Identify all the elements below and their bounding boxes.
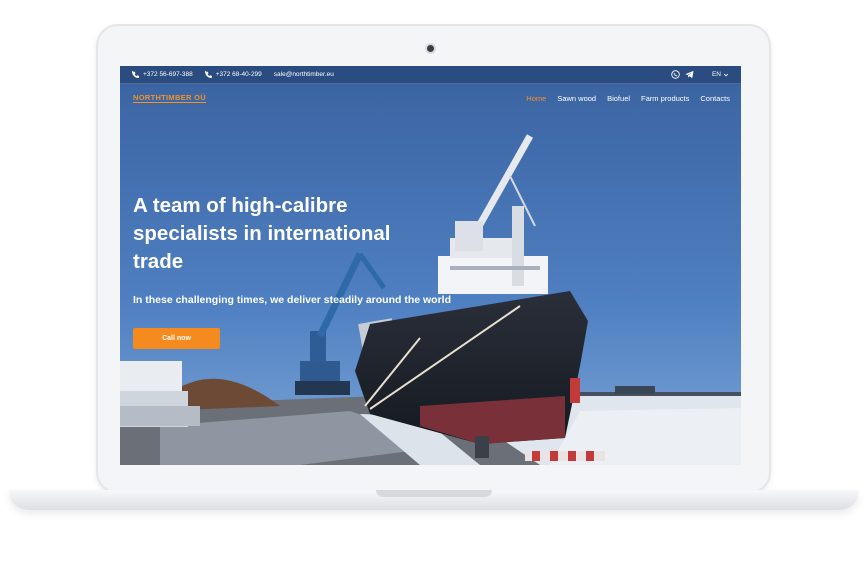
nav-item-home[interactable]: Home [526, 94, 546, 103]
phone-contact-2[interactable]: +372 68-40-299 [204, 71, 262, 78]
email-link[interactable]: sale@northtimber.eu [274, 71, 334, 78]
language-label: EN [711, 71, 721, 78]
phone-icon [204, 71, 212, 78]
phone-icon [132, 71, 139, 78]
nav-item-sawn-wood[interactable]: Sawn wood [557, 94, 596, 103]
whatsapp-icon[interactable] [671, 70, 680, 79]
website-screen: +372 56-697-388 +372 68-40-299 sale@nort… [120, 66, 741, 465]
phone-number-1: +372 56-697-388 [143, 71, 193, 78]
nav-item-biofuel[interactable]: Biofuel [607, 94, 630, 103]
phone-number-2: +372 68-40-299 [215, 71, 262, 78]
telegram-icon[interactable] [685, 70, 694, 79]
phone-contact-1[interactable]: +372 56-697-388 [132, 71, 193, 78]
call-now-button[interactable]: Call now [133, 328, 220, 349]
language-select[interactable]: EN [712, 71, 729, 78]
camera-icon [427, 45, 434, 52]
site-logo[interactable]: NORTHTIMBER OÜ [133, 93, 206, 103]
hero-headline: A team of high-calibre specialists in in… [133, 194, 391, 273]
chevron-down-icon [723, 73, 729, 76]
nav-item-contacts[interactable]: Contacts [700, 94, 730, 103]
laptop-notch [376, 490, 492, 497]
nav-item-farm-products[interactable]: Farm products [641, 94, 689, 103]
top-contact-bar: +372 56-697-388 +372 68-40-299 sale@nort… [120, 66, 741, 84]
main-navigation: NORTHTIMBER OÜ Home Sawn wood Biofuel Fa… [120, 83, 741, 113]
hero-subheadline: In these challenging times, we deliver s… [133, 294, 451, 306]
nav-menu: Home Sawn wood Biofuel Farm products Con… [515, 94, 730, 103]
